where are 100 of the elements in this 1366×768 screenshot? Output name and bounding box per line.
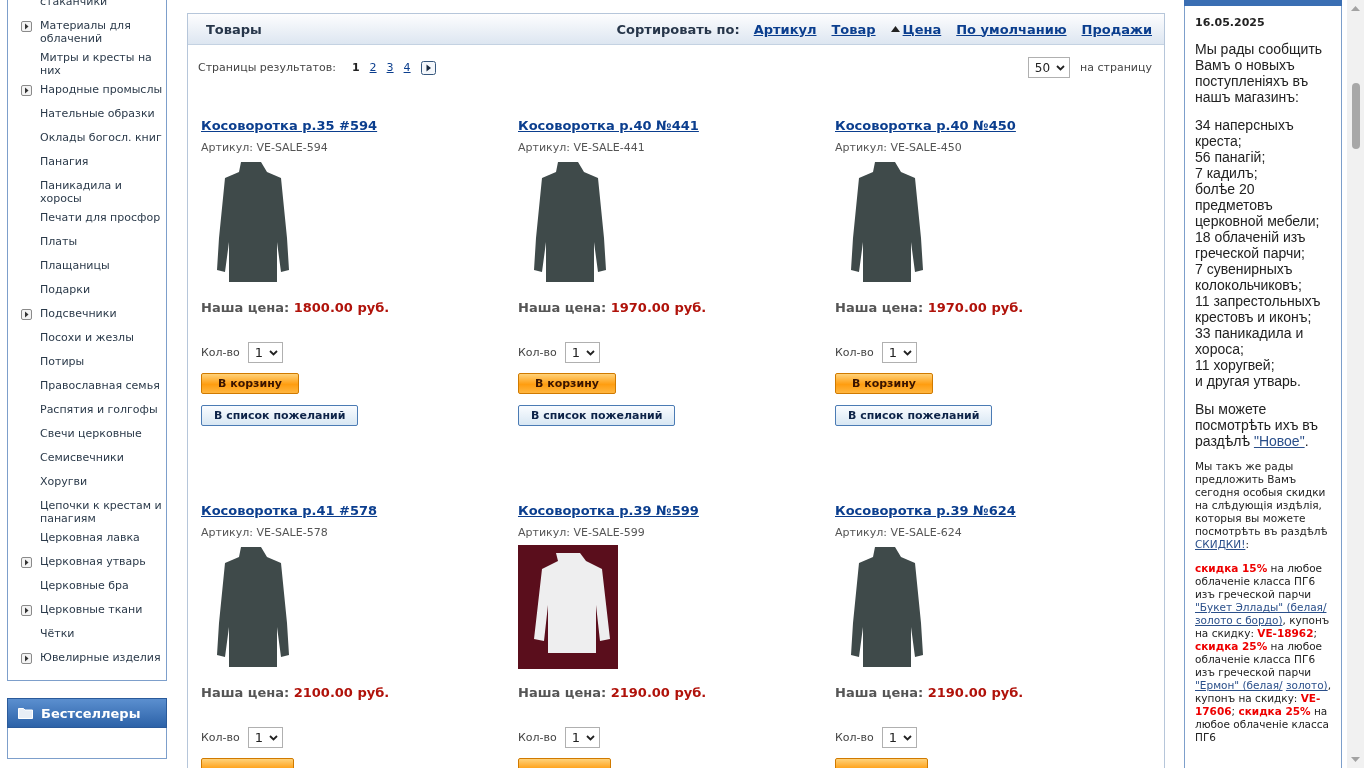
- product-sku: Артикул: VE-SALE-578: [201, 526, 328, 539]
- panel-title: Товары: [206, 21, 262, 37]
- quantity-select[interactable]: 1: [564, 342, 601, 363]
- category-link[interactable]: Оклады богосл. книг: [40, 131, 162, 144]
- category-link[interactable]: Хоругви: [40, 475, 88, 488]
- category-link[interactable]: Подсвечники: [40, 307, 117, 320]
- category-link[interactable]: Чётки: [40, 627, 75, 640]
- product-title-link[interactable]: Косоворотка р.39 №624: [835, 503, 1016, 518]
- category-link[interactable]: Подарки: [40, 283, 91, 296]
- add-to-cart-button[interactable]: В корзину: [518, 373, 616, 394]
- sort-label: Сортировать по:: [616, 21, 740, 37]
- expand-icon[interactable]: [21, 309, 32, 320]
- category-link[interactable]: Потиры: [40, 355, 85, 368]
- quantity-select[interactable]: 1: [564, 727, 601, 748]
- sort-link[interactable]: Продажи: [1081, 21, 1152, 37]
- category-link[interactable]: Печати для просфор: [40, 211, 161, 224]
- product-sku: Артикул: VE-SALE-624: [835, 526, 962, 539]
- page-link[interactable]: 4: [403, 61, 411, 74]
- expand-icon[interactable]: [21, 605, 32, 616]
- sort-link[interactable]: По умолчанию: [956, 21, 1067, 37]
- fabric-link[interactable]: "Ермон" (белая/: [1195, 679, 1283, 691]
- scrollbar-thumb[interactable]: [1351, 83, 1360, 149]
- product-title-link[interactable]: Косоворотка р.40 №441: [518, 118, 699, 133]
- category-link[interactable]: Плащаницы: [40, 259, 110, 272]
- product-price: Наша цена: 1970.00 руб.: [835, 300, 1024, 315]
- quantity-label: Кол-во: [518, 731, 557, 744]
- expand-icon[interactable]: [21, 557, 32, 568]
- quantity-select[interactable]: 1: [247, 727, 284, 748]
- news-list-item: 11 запрестольныхъ крестовъ и иконъ;: [1195, 293, 1322, 325]
- sort-link[interactable]: Артикул: [753, 21, 817, 37]
- product-price: Наша цена: 1800.00 руб.: [201, 300, 390, 315]
- add-to-wishlist-button[interactable]: В список пожеланий: [201, 405, 359, 426]
- news-list-item: болѣе 20 предметовъ церковной мебели;: [1195, 181, 1321, 229]
- add-to-wishlist-button[interactable]: В список пожеланий: [835, 405, 993, 426]
- add-to-cart-button[interactable]: В корзину: [201, 373, 299, 394]
- per-page-select[interactable]: 50: [1027, 57, 1071, 78]
- category-link[interactable]: Посохи и жезлы: [40, 331, 134, 344]
- category-link[interactable]: Нательные образки: [40, 107, 155, 120]
- product-sku: Артикул: VE-SALE-441: [518, 141, 645, 154]
- offers-paragraph: скидка 15% на любое облаченіе класса ПГ6 изъ греческой парчи "Букет Эллады" (белая/ золото с бордо), купонъ на скидку: VE-18962; скидка 25% на любое облаченіе класса ПГ6 изъ греческой парчи "Ермон" (белая/ золото), купонъ на скидку: VE-17606; скидка 25% на любое облаченіе класса ПГ6: [1195, 562, 1332, 744]
- add-to-cart-button[interactable]: В корзину: [835, 373, 933, 394]
- product-title-link[interactable]: Косоворотка р.41 #578: [201, 503, 378, 518]
- next-page-icon[interactable]: [420, 60, 436, 75]
- page-link[interactable]: 3: [386, 61, 394, 74]
- quantity-select[interactable]: 1: [881, 342, 918, 363]
- news-list-item: 56 панагій;: [1195, 149, 1267, 165]
- category-link[interactable]: Церковная утварь: [40, 555, 146, 568]
- folder-icon: [18, 707, 33, 719]
- quantity-select[interactable]: 1: [247, 342, 284, 363]
- category-link[interactable]: Семисвечники: [40, 451, 124, 464]
- category-link[interactable]: Церковные ткани: [40, 603, 143, 616]
- chevron-down-icon: [1056, 64, 1066, 71]
- quantity-label: Кол-во: [835, 346, 874, 359]
- category-link[interactable]: Народные промыслы: [40, 83, 163, 96]
- bestsellers-title: Бестселлеры: [41, 705, 141, 721]
- sort-link[interactable]: Товар: [831, 21, 876, 37]
- expand-icon[interactable]: [21, 85, 32, 96]
- category-link[interactable]: Платы: [40, 235, 78, 248]
- category-link[interactable]: Материалы для облачений: [40, 19, 164, 45]
- add-to-wishlist-button[interactable]: В список пожеланий: [518, 405, 676, 426]
- news-date: 16.05.2025: [1195, 16, 1266, 29]
- category-link[interactable]: Православная семья: [40, 379, 160, 392]
- category-link[interactable]: Панагия: [40, 155, 89, 168]
- category-link[interactable]: Паникадила и хоросы: [40, 179, 164, 205]
- chevron-down-icon: [903, 349, 913, 356]
- category-link[interactable]: Митры и кресты на них: [40, 51, 164, 77]
- category-link[interactable]: Церковные бра: [40, 579, 129, 592]
- category-link[interactable]: Церковная лавка: [40, 531, 140, 544]
- page-link[interactable]: 1: [351, 61, 360, 74]
- product-price: Наша цена: 2100.00 руб.: [201, 685, 390, 700]
- product-sku: Артикул: VE-SALE-599: [518, 526, 645, 539]
- scrollbar[interactable]: [1347, 0, 1364, 768]
- category-link[interactable]: Свечи церковные: [40, 427, 142, 440]
- expand-icon[interactable]: [21, 21, 32, 32]
- product-price: Наша цена: 2190.00 руб.: [518, 685, 707, 700]
- pages-label: Страницы результатов:: [198, 61, 336, 74]
- quantity-label: Кол-во: [835, 731, 874, 744]
- quantity-label: Кол-во: [518, 346, 557, 359]
- sort-link[interactable]: Цена: [902, 21, 942, 37]
- page-link[interactable]: 2: [369, 61, 377, 74]
- quantity-select[interactable]: 1: [881, 727, 918, 748]
- news-link[interactable]: "Новое": [1253, 433, 1305, 449]
- product-title-link[interactable]: Косоворотка р.35 #594: [201, 118, 378, 133]
- category-link[interactable]: Цепочки к крестам и панагиям: [40, 499, 164, 525]
- category-link[interactable]: Ювелирные изделия: [40, 651, 161, 664]
- category-link[interactable]: Распятия и голгофы: [40, 403, 158, 416]
- chevron-down-icon: [586, 734, 596, 741]
- fabric-link[interactable]: "Букет Эллады" (белая/: [1195, 601, 1327, 613]
- quantity-label: Кол-во: [201, 731, 240, 744]
- product-price: Наша цена: 2190.00 руб.: [835, 685, 1024, 700]
- expand-icon[interactable]: [21, 653, 32, 664]
- shirt-photo-placeholder[interactable]: [518, 545, 618, 669]
- chevron-down-icon: [586, 349, 596, 356]
- product-title-link[interactable]: Косоворотка р.40 №450: [835, 118, 1016, 133]
- per-page-label: на страницу: [1080, 61, 1152, 74]
- news-list-item: 7 сувенирныхъ колокольчиковъ;: [1195, 261, 1303, 293]
- chevron-down-icon: [903, 734, 913, 741]
- product-title-link[interactable]: Косоворотка р.39 №599: [518, 503, 699, 518]
- fabric-link[interactable]: золото): [1285, 679, 1328, 691]
- discounts-link[interactable]: СКИДКИ!: [1195, 538, 1246, 550]
